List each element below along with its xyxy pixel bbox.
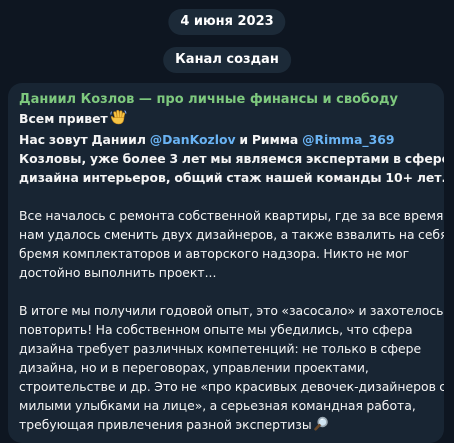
paragraph2-line: милыми улыбками на лице», а серьезная ко… <box>19 398 416 413</box>
intro-line-3: Козловы, уже более 3 лет мы являемся экс… <box>19 151 444 166</box>
paragraph2-last-text: требующая привлечения разной экспертизы <box>19 417 312 432</box>
message-bubble[interactable]: Даниил Козлов — про личные финансы и сво… <box>8 83 444 443</box>
paragraph2-line: повторить! На собственном опыте мы убеди… <box>19 322 413 337</box>
paragraph1-line: достойно выполнить проект... <box>19 265 217 280</box>
paragraph2-line: дизайна требует различных компетенций: н… <box>19 341 422 356</box>
names-line: Нас зовут Даниил @DanKozlov и Римма @Rim… <box>19 130 434 149</box>
paragraph1-line: бремя комплектаторов и авторского надзор… <box>19 246 410 261</box>
greeting-text: Всем привет <box>19 111 108 126</box>
message-text: Всем привет Нас зовут Даниил @DanKozlov … <box>19 109 444 436</box>
date-separator: 4 июня 2023 <box>168 9 286 35</box>
sender-name[interactable]: Даниил Козлов — про личные финансы и сво… <box>19 90 434 109</box>
mention-rimma-link[interactable]: @Rimma_369 <box>302 132 394 147</box>
names-middle: и Римма <box>235 132 303 147</box>
intro-line-4: дизайна интерьеров, общий стаж нашей ком… <box>19 170 444 185</box>
greeting-line: Всем привет <box>19 109 434 130</box>
names-prefix: Нас зовут Даниил <box>19 132 150 147</box>
paragraph2-line: В итоге мы получили годовой опыт, это «з… <box>19 303 444 318</box>
waving-hand-icon <box>110 109 127 130</box>
paragraph1-line: нам удалось сменить двух дизайнеров, а т… <box>19 227 444 242</box>
paragraph2-line: строительстве и др. Это не «про красивых… <box>19 379 444 394</box>
paragraph2-line: дизайна, но и в переговорах, управлении … <box>19 360 369 375</box>
paragraph1-line: Все началось с ремонта собственной кварт… <box>19 208 444 223</box>
service-message: Канал создан <box>163 47 291 73</box>
mention-dankozlov-link[interactable]: @DanKozlov <box>150 132 236 147</box>
paragraph2-last-line: требующая привлечения разной экспертизы <box>19 415 434 436</box>
magnifier-icon <box>313 416 329 436</box>
